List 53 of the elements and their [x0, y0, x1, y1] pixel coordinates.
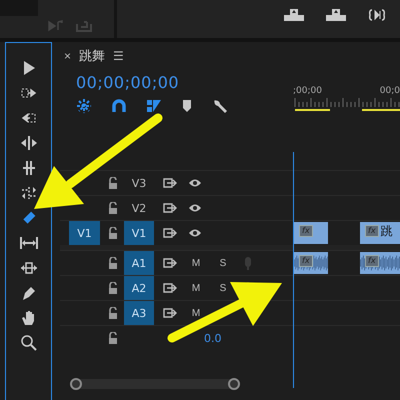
mute-button[interactable]: M [190, 282, 202, 294]
effect-badge: fx [299, 255, 313, 267]
eye-icon[interactable] [188, 203, 202, 213]
settings-icon[interactable] [212, 98, 228, 114]
mute-button[interactable]: M [190, 308, 202, 318]
ruler-label: 00;0 [380, 86, 400, 96]
master-volume[interactable]: 0.0 [204, 332, 222, 344]
timecode[interactable]: 00;00;00;00 [76, 73, 293, 92]
track-name[interactable]: A2 [124, 276, 154, 300]
lock-icon[interactable] [108, 257, 118, 269]
time-ruler[interactable] [293, 97, 400, 107]
ruler-label: ;00;00 [293, 86, 322, 96]
effect-badge: fx [299, 225, 313, 237]
eye-icon[interactable] [188, 178, 202, 188]
sync-lock-icon[interactable] [163, 178, 177, 188]
close-button[interactable]: × [64, 49, 72, 63]
lock-icon[interactable] [108, 307, 118, 319]
lock-icon[interactable] [108, 227, 118, 239]
marker-icon[interactable] [181, 99, 193, 113]
nest-icon[interactable] [76, 98, 92, 114]
track-name[interactable]: V3 [124, 171, 154, 195]
lock-icon[interactable] [108, 332, 118, 344]
menu-button[interactable]: ☰ [113, 49, 124, 63]
linked-selection-icon[interactable] [146, 98, 162, 114]
extract-icon[interactable] [326, 9, 346, 21]
sequence-tab[interactable]: 跳舞 [79, 47, 106, 65]
solo-button[interactable]: S [217, 282, 229, 294]
track-name[interactable]: V2 [124, 196, 154, 220]
lock-icon[interactable] [108, 177, 118, 189]
track-name[interactable]: A1 [124, 251, 154, 275]
lock-icon[interactable] [108, 282, 118, 294]
eye-icon[interactable] [188, 228, 202, 238]
clip-label: 跳 [380, 223, 393, 240]
lift-icon[interactable] [284, 9, 304, 21]
effect-badge: fx [365, 225, 379, 237]
trim-icon[interactable] [368, 9, 386, 21]
source-patch[interactable]: V1 [69, 221, 100, 245]
sync-lock-icon[interactable] [163, 203, 177, 213]
scroll-handle[interactable] [70, 378, 82, 390]
mute-button[interactable]: M [190, 258, 202, 268]
effect-badge: fx [365, 255, 379, 267]
sync-lock-icon[interactable] [163, 308, 177, 318]
solo-button[interactable]: S [217, 258, 229, 268]
lock-icon[interactable] [108, 202, 118, 214]
track-name[interactable]: A3 [124, 301, 154, 325]
sync-lock-icon[interactable] [163, 283, 177, 293]
scroll-handle[interactable] [228, 378, 240, 390]
snap-icon[interactable] [111, 98, 127, 114]
video-clip[interactable]: fx 跳 [360, 222, 400, 244]
track-name[interactable]: V1 [124, 221, 154, 245]
sync-lock-icon[interactable] [163, 258, 177, 268]
scrollbar[interactable] [70, 379, 240, 389]
sync-lock-icon[interactable] [163, 228, 177, 238]
